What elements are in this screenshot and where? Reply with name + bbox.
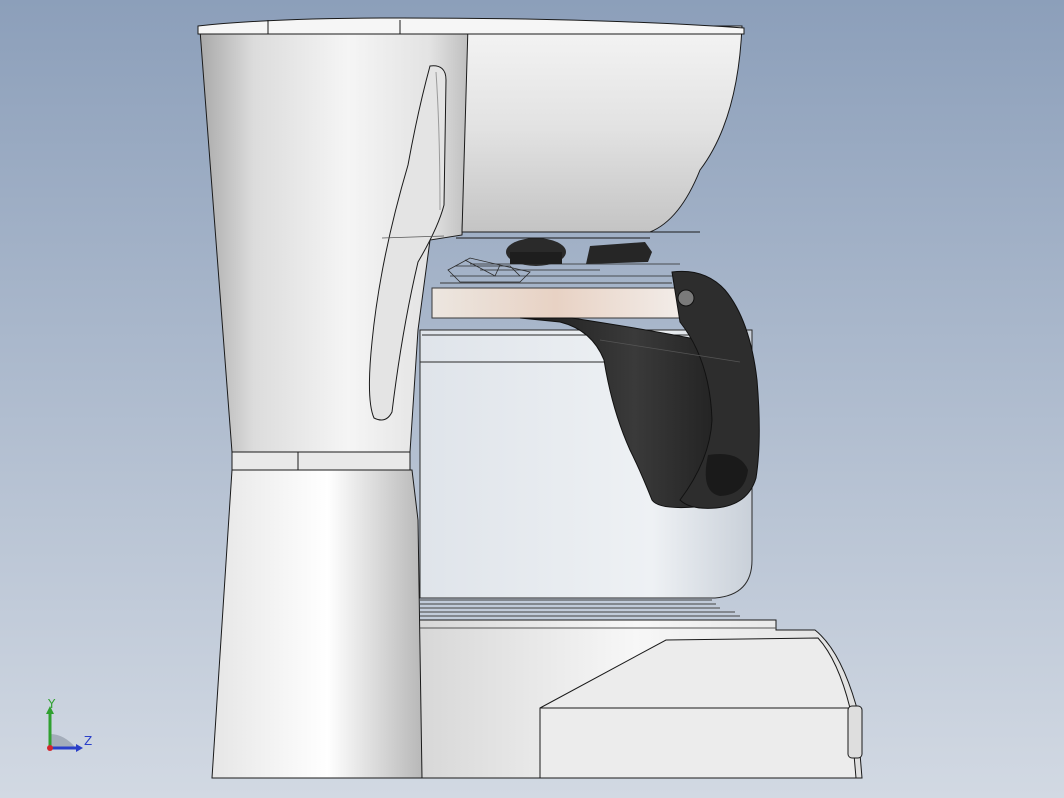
tower-seam (231, 451, 411, 471)
handle-hole (677, 289, 695, 307)
triad-plane-icon (50, 734, 76, 748)
power-switch[interactable] (847, 705, 863, 759)
y-axis-label: Y (47, 698, 56, 711)
z-arrow-icon (76, 744, 83, 752)
drip-stop-stem (510, 252, 562, 264)
graphics-viewport[interactable]: Y Z (0, 0, 1064, 798)
model-view[interactable] (0, 0, 1064, 798)
tower-lower (211, 469, 423, 779)
z-axis-label: Z (84, 734, 92, 748)
axis-triad: Y Z (38, 697, 98, 758)
carafe-lid-band (431, 287, 681, 319)
x-axis-dot-icon (47, 745, 53, 751)
